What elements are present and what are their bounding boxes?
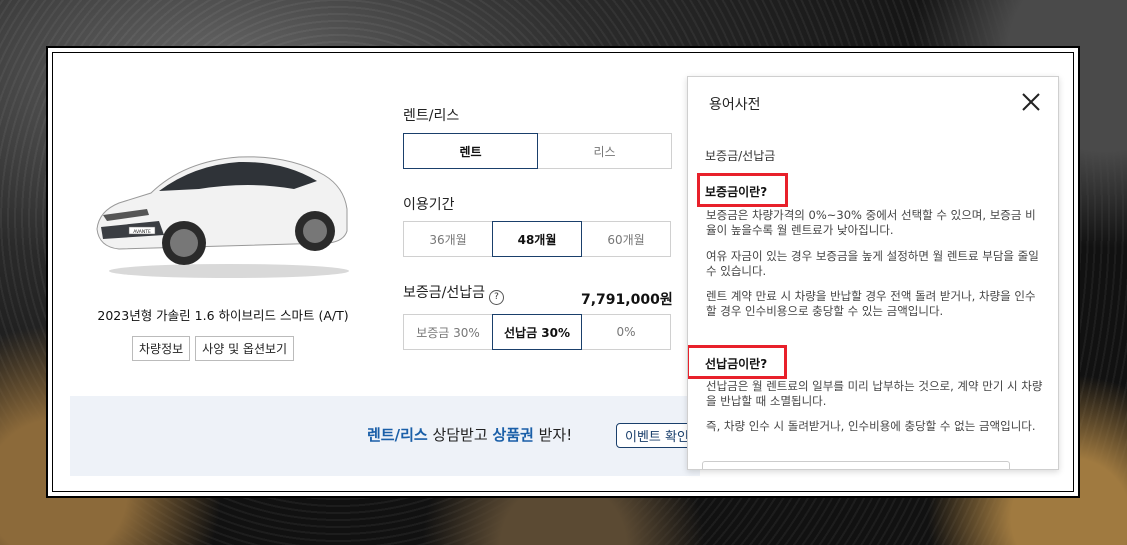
spec-options-button[interactable]: 사양 및 옵션보기 <box>195 336 295 361</box>
lease-option[interactable]: 리스 <box>537 133 672 169</box>
car-action-buttons: 차량정보 사양 및 옵션보기 <box>132 336 295 361</box>
period-36-option[interactable]: 36개월 <box>403 221 493 257</box>
prepay-heading: 선납금이란? <box>705 357 768 371</box>
rent-lease-title: 렌트/리스 <box>403 108 460 124</box>
car-badge: AVANTE <box>133 229 151 235</box>
zero-percent-option[interactable]: 0% <box>581 314 671 350</box>
prepay-paragraph-1: 선납금은 월 렌트료의 일부를 미리 납부하는 것으로, 계약 만기 시 차량을… <box>706 379 1043 408</box>
panel-footer-field <box>702 461 1010 469</box>
banner-gift: 상품권 <box>492 426 534 444</box>
period-60-option[interactable]: 60개월 <box>581 221 671 257</box>
banner-text: 렌트/리스 상담받고 상품권 받자! <box>367 424 572 445</box>
car-info-button[interactable]: 차량정보 <box>132 336 191 361</box>
deposit-selector: 보증금 30% 선납금 30% 0% <box>403 314 671 350</box>
glossary-title: 용어사전 <box>709 97 761 113</box>
rent-option[interactable]: 렌트 <box>403 133 538 169</box>
deposit-paragraph-1: 보증금은 차량가격의 0%~30% 중에서 선택할 수 있으며, 보증금 비율이… <box>706 208 1036 237</box>
banner-text-4: 받자! <box>533 426 573 444</box>
period-48-option[interactable]: 48개월 <box>492 221 582 257</box>
period-title: 이용기간 <box>403 197 455 213</box>
deposit-title-row: 보증금/선납금? <box>403 282 504 305</box>
rent-lease-toggle: 렌트 리스 <box>403 133 672 169</box>
prepay-paragraph-2: 즉, 차량 인수 시 돌려받거나, 인수비용에 충당할 수 없는 금액입니다. <box>706 419 1036 433</box>
deposit-30-option[interactable]: 보증금 30% <box>403 314 493 350</box>
deposit-amount: 7,791,000원 <box>581 292 673 308</box>
deposit-heading: 보증금이란? <box>705 185 768 199</box>
car-model-name: 2023년형 가솔린 1.6 하이브리드 스마트 (A/T) <box>97 308 349 323</box>
close-icon[interactable] <box>1020 91 1042 113</box>
deposit-paragraph-2: 여유 자금이 있는 경우 보증금을 높게 설정하면 월 렌트료 부담을 줄일 수… <box>706 249 1039 278</box>
glossary-subtitle: 보증금/선납금 <box>705 149 776 163</box>
banner-rent-lease: 렌트/리스 <box>367 426 428 444</box>
help-icon[interactable]: ? <box>489 290 504 305</box>
deposit-paragraph-3: 렌트 계약 만료 시 차량을 반납할 경우 전액 돌려 받거나, 차량을 인수할… <box>706 289 1036 318</box>
event-check-button[interactable]: 이벤트 확인 <box>616 423 698 448</box>
event-banner: 렌트/리스 상담받고 상품권 받자! 이벤트 확인 <box>70 396 700 476</box>
glossary-panel: 용어사전 보증금/선납금 보증금이란? 보증금은 차량가격의 0%~30% 중에… <box>687 76 1059 470</box>
deposit-title: 보증금/선납금 <box>403 285 485 301</box>
prepay-30-option[interactable]: 선납금 30% <box>492 314 582 350</box>
period-selector: 36개월 48개월 60개월 <box>403 221 671 257</box>
car-image: AVANTE <box>96 156 349 278</box>
banner-text-2: 상담받고 <box>427 426 493 444</box>
